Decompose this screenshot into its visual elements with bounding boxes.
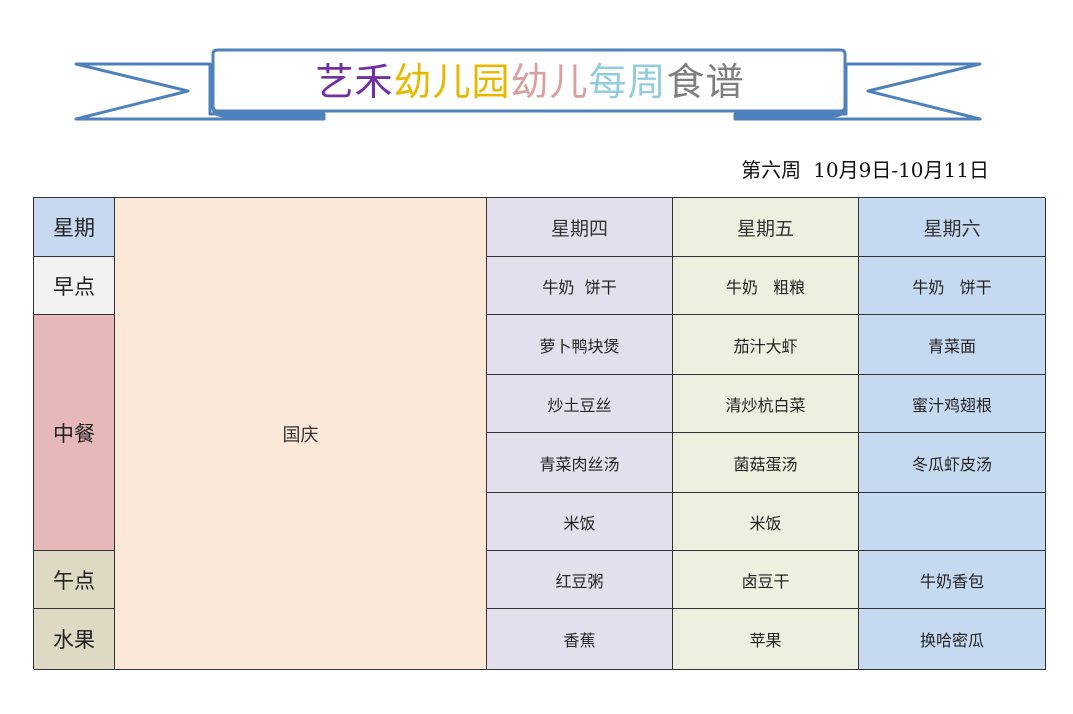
- friday-lunch-4: 米饭: [673, 493, 859, 551]
- thursday-breakfast: 牛奶 饼干: [487, 257, 673, 315]
- page-title: 艺禾 幼儿园 幼儿 每周 食谱: [215, 52, 845, 104]
- corner-header: 星期: [34, 198, 115, 257]
- friday-breakfast: 牛奶 粗粮: [673, 257, 859, 315]
- saturday-breakfast: 牛奶 饼干: [859, 257, 1046, 315]
- title-segment-1: 艺禾: [315, 59, 394, 104]
- saturday-lunch-2: 蜜汁鸡翅根: [859, 375, 1046, 433]
- friday-fruit: 苹果: [673, 609, 859, 670]
- friday-lunch-3: 菌菇蛋汤: [673, 433, 859, 493]
- saturday-lunch-4: [859, 493, 1046, 551]
- friday-snack: 卤豆干: [673, 551, 859, 609]
- title-segment-5: 食谱: [666, 59, 745, 104]
- meal-header-breakfast: 早点: [34, 257, 115, 315]
- title-segment-3: 幼儿: [510, 59, 589, 104]
- meal-header-fruit: 水果: [34, 609, 115, 670]
- day-header-thursday: 星期四: [487, 198, 673, 257]
- saturday-lunch-1: 青菜面: [859, 315, 1046, 375]
- title-segment-4: 每周: [588, 59, 667, 104]
- day-header-friday: 星期五: [673, 198, 859, 257]
- thursday-fruit: 香蕉: [487, 609, 673, 670]
- week-dates: 10月9日-10月11日: [813, 158, 989, 182]
- meal-header-lunch: 中餐: [34, 315, 115, 551]
- day-header-saturday: 星期六: [859, 198, 1046, 257]
- thursday-lunch-2: 炒土豆丝: [487, 375, 673, 433]
- title-segment-2: 幼儿园: [393, 59, 511, 104]
- saturday-fruit: 换哈密瓜: [859, 609, 1046, 670]
- weekly-menu-table: 星期 国庆 星期四 星期五 星期六 早点 中餐 午点 水果 牛奶 饼干 萝卜鸭块…: [33, 197, 1046, 670]
- friday-lunch-2: 清炒杭白菜: [673, 375, 859, 433]
- thursday-lunch-1: 萝卜鸭块煲: [487, 315, 673, 375]
- week-range: 第六周 10月9日-10月11日: [700, 154, 989, 186]
- saturday-snack: 牛奶香包: [859, 551, 1046, 609]
- week-label: 第六周: [741, 158, 802, 182]
- meal-header-snack: 午点: [34, 551, 115, 609]
- friday-lunch-1: 茄汁大虾: [673, 315, 859, 375]
- thursday-lunch-4: 米饭: [487, 493, 673, 551]
- saturday-lunch-3: 冬瓜虾皮汤: [859, 433, 1046, 493]
- holiday-cell: 国庆: [115, 198, 487, 670]
- thursday-lunch-3: 青菜肉丝汤: [487, 433, 673, 493]
- thursday-snack: 红豆粥: [487, 551, 673, 609]
